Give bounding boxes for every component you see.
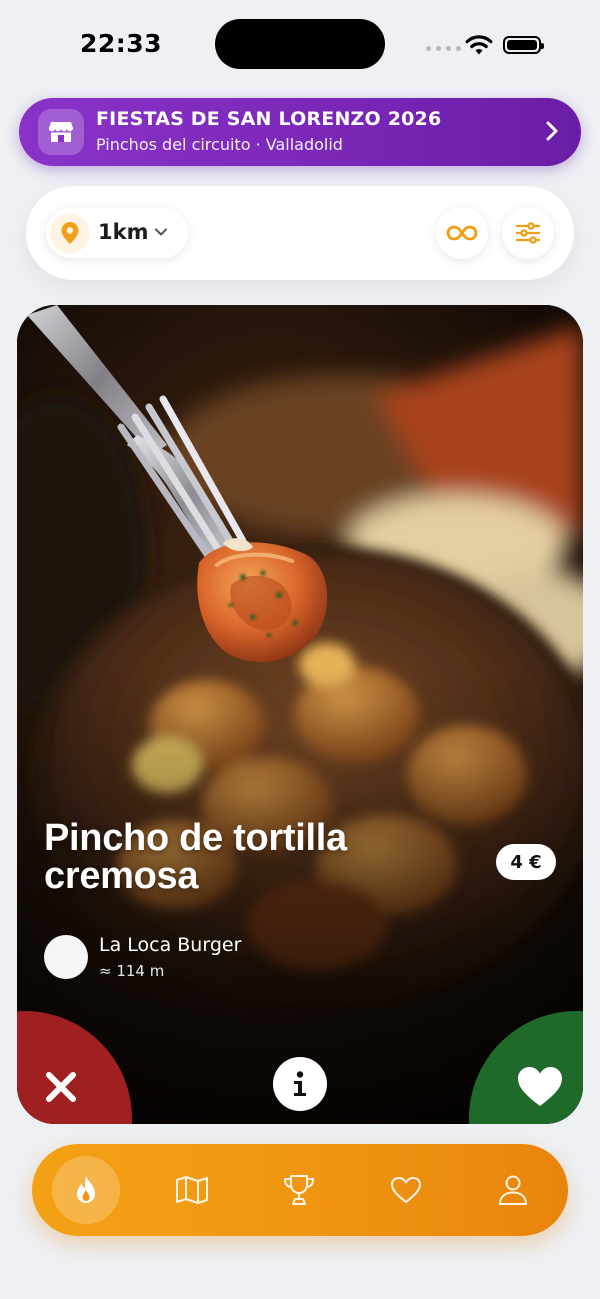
event-banner[interactable]: FIESTAS DE SAN LORENZO 2026 Pinchos del … <box>19 98 581 166</box>
bottom-nav <box>32 1144 568 1236</box>
dish-card[interactable]: Pincho de tortilla cremosa 4 € La Loca B… <box>17 305 583 1124</box>
close-icon <box>46 1072 76 1102</box>
filters-button[interactable] <box>502 207 554 259</box>
nav-ranking[interactable] <box>265 1156 333 1224</box>
sliders-icon <box>515 222 541 244</box>
flame-icon <box>77 1176 95 1203</box>
price-badge: 4 € <box>496 844 556 880</box>
event-banner-subtitle: Pinchos del circuito · Valladolid <box>96 135 343 154</box>
distance-selector[interactable]: 1km <box>46 208 188 258</box>
wifi-icon <box>465 35 493 55</box>
nav-profile[interactable] <box>479 1156 547 1224</box>
map-pin-icon <box>50 213 90 253</box>
nav-map[interactable] <box>158 1156 226 1224</box>
dynamic-island <box>215 19 385 69</box>
distance-value: 1km <box>98 220 149 244</box>
status-time: 22:33 <box>80 29 163 58</box>
heart-icon <box>518 1067 562 1106</box>
nav-discover[interactable] <box>52 1156 120 1224</box>
event-banner-title: FIESTAS DE SAN LORENZO 2026 <box>96 108 442 130</box>
battery-icon <box>503 36 544 54</box>
filter-bar: 1km <box>26 186 574 280</box>
nav-favorites[interactable] <box>372 1156 440 1224</box>
trophy-icon <box>284 1175 314 1205</box>
infinity-icon <box>446 225 478 241</box>
infinite-mode-button[interactable] <box>436 207 488 259</box>
venue-name[interactable]: La Loca Burger <box>99 934 241 956</box>
chevron-down-icon <box>155 228 167 236</box>
chevron-right-icon <box>546 121 558 141</box>
dish-title: Pincho de tortilla cremosa <box>44 817 347 897</box>
cellular-signal-icon <box>426 46 461 51</box>
venue-avatar[interactable] <box>44 935 88 979</box>
info-button[interactable] <box>273 1057 327 1111</box>
venue-distance: ≈ 114 m <box>99 962 165 980</box>
storefront-icon <box>38 109 84 155</box>
map-icon <box>176 1176 208 1204</box>
heart-outline-icon <box>391 1177 421 1203</box>
info-icon <box>294 1071 306 1096</box>
user-icon <box>498 1175 528 1205</box>
status-bar: 22:33 <box>0 0 600 90</box>
